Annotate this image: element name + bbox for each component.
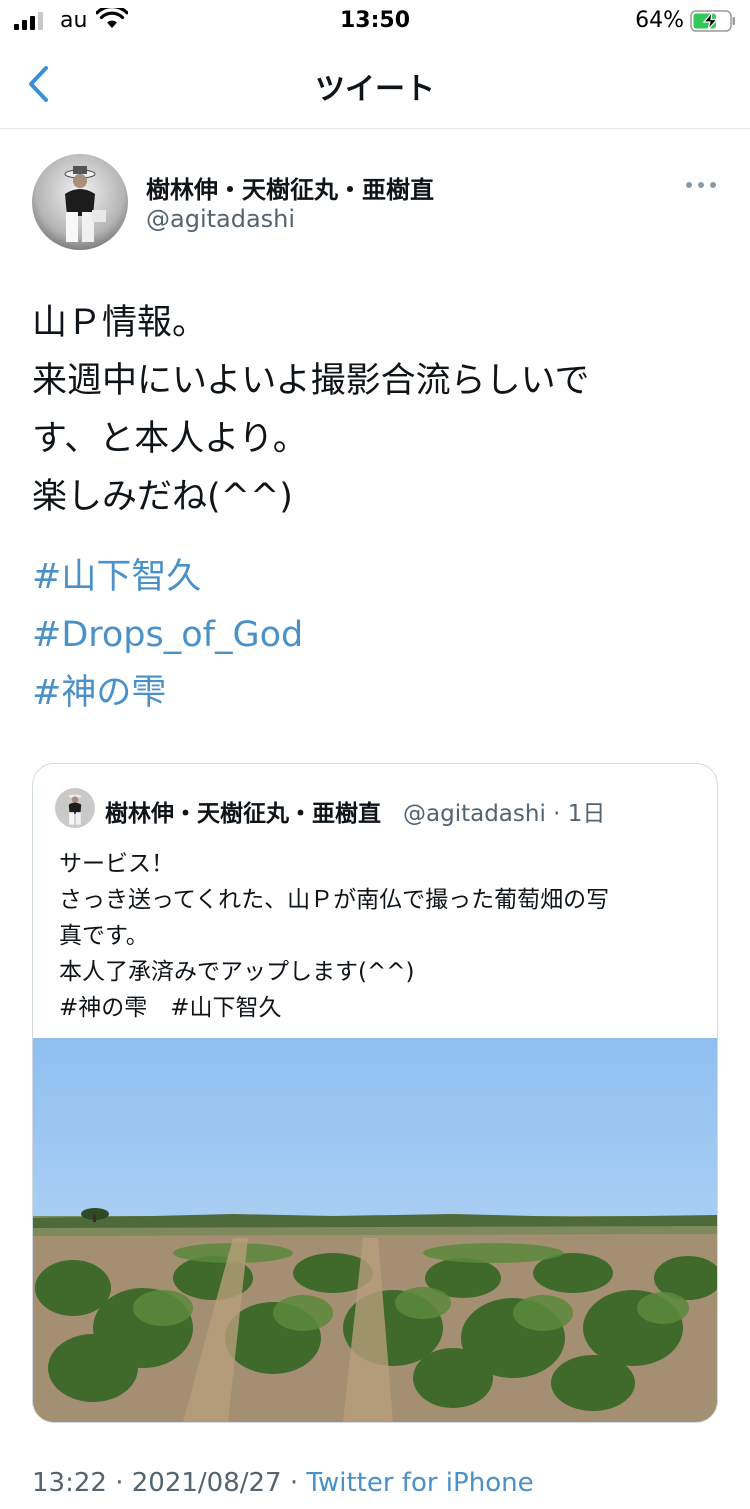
quoted-meta: @agitadashi · 1日 xyxy=(403,801,606,827)
page-title: ツイート xyxy=(315,72,435,107)
author-name[interactable]: 樹林伸・天樹征丸・亜樹直 xyxy=(146,170,434,205)
hashtag-link[interactable]: #山下智久 xyxy=(32,548,303,606)
tweet-time: 13:22 xyxy=(32,1468,107,1498)
tweet-text-line: す、と本人より。 xyxy=(32,419,308,459)
tweet-timestamp: 13:22 · 2021/08/27 · Twitter for iPhone xyxy=(32,1468,534,1498)
quoted-text-line: 本人了承済みでアップします(^^) xyxy=(59,959,415,985)
tweet-text: 山Ｐ情報。 来週中にいよいよ撮影合流らしいで す、と本人より。 楽しみだね(^^… xyxy=(32,294,722,526)
status-bar: au 13:50 64% xyxy=(0,0,750,44)
battery-percent: 64% xyxy=(635,8,684,33)
tweet-date: 2021/08/27 xyxy=(131,1468,282,1498)
more-horizontal-icon[interactable] xyxy=(684,176,718,194)
quoted-text-line: サービス！ xyxy=(59,851,174,877)
quoted-text-line: さっき送ってくれた、山Ｐが南仏で撮った葡萄畑の写 xyxy=(59,887,610,913)
vineyard-photo[interactable] xyxy=(33,1038,717,1422)
source-link[interactable]: Twitter for iPhone xyxy=(306,1468,533,1498)
tweet-text-line: 来週中にいよいよ撮影合流らしいで xyxy=(32,361,590,401)
author-handle[interactable]: @agitadashi xyxy=(146,205,295,233)
quoted-handle: @agitadashi xyxy=(403,801,546,827)
avatar[interactable] xyxy=(32,154,128,250)
quoted-avatar xyxy=(55,788,95,828)
quoted-author-name: 樹林伸・天樹征丸・亜樹直 xyxy=(105,801,381,827)
quoted-text-line: 真です。 xyxy=(59,923,149,949)
quoted-text: サービス！ さっき送ってくれた、山Ｐが南仏で撮った葡萄畑の写 真です。 本人了承… xyxy=(59,846,709,1026)
nav-bar: ツイート xyxy=(0,44,750,129)
battery-charging-icon xyxy=(690,10,735,32)
tweet-text-line: 楽しみだね(^^) xyxy=(32,477,293,517)
quoted-time: 1日 xyxy=(567,801,606,827)
tweet-text-line: 山Ｐ情報。 xyxy=(32,303,208,343)
hashtag-link[interactable]: #神の雫 xyxy=(32,664,303,722)
hashtag-link[interactable]: #Drops_of_God xyxy=(32,606,303,664)
quoted-text-line: #神の雫 #山下智久 xyxy=(59,995,282,1021)
hashtag-list: #山下智久 #Drops_of_God #神の雫 xyxy=(32,548,303,722)
quoted-tweet-card[interactable]: 樹林伸・天樹征丸・亜樹直 @agitadashi · 1日 サービス！ さっき送… xyxy=(32,763,718,1423)
